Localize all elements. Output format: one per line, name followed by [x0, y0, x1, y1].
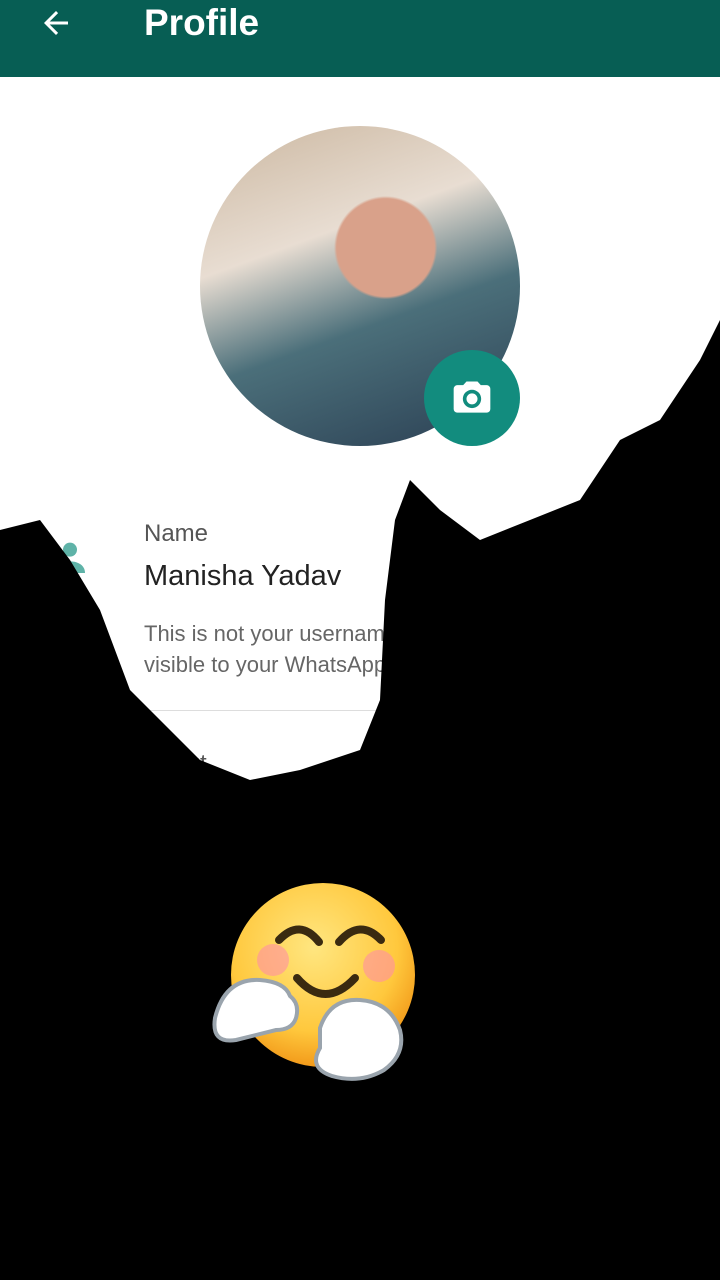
- page-title: Profile: [144, 2, 260, 43]
- about-label: About: [144, 750, 207, 777]
- arrow-left-icon: [44, 11, 68, 35]
- app-bar: Profile: [0, 0, 720, 77]
- name-label: Name: [144, 520, 209, 547]
- back-button[interactable]: [30, 0, 82, 46]
- profile-photo-container: [200, 126, 520, 446]
- camera-icon: [453, 381, 491, 413]
- divider: [144, 710, 720, 711]
- name-value[interactable]: Manisha Yadav: [144, 560, 341, 593]
- name-hint: This is not your username or pin. This n…: [144, 621, 641, 677]
- hugging-face-emoji: [212, 883, 415, 1081]
- change-photo-button[interactable]: [424, 350, 520, 446]
- person-icon: [55, 542, 85, 573]
